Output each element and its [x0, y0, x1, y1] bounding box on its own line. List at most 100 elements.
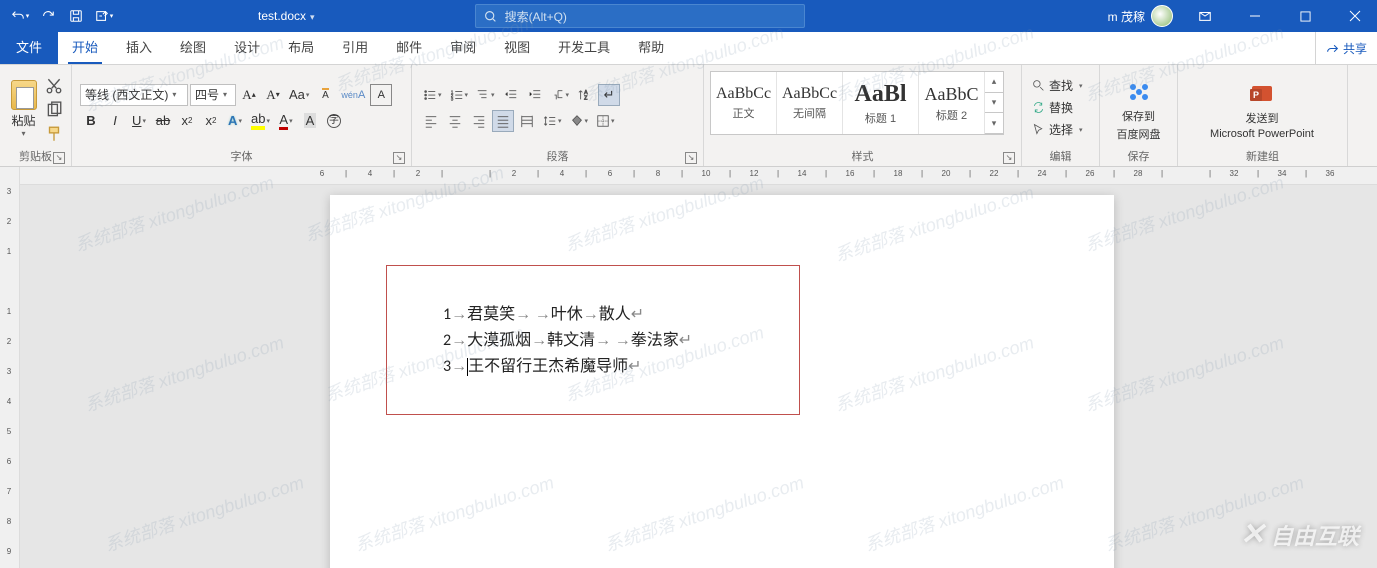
- powerpoint-icon: P: [1248, 80, 1276, 108]
- align-center-button[interactable]: [444, 110, 466, 132]
- vertical-ruler[interactable]: 321123456789: [0, 167, 20, 568]
- group-paragraph: ▾ 123▾ ▾ ▾ AZ ↵ ▾ ▾ ▾: [412, 65, 704, 166]
- tab-help[interactable]: 帮助: [624, 31, 678, 64]
- search-placeholder: 搜索(Alt+Q): [505, 8, 567, 25]
- tab-layout[interactable]: 布局: [274, 31, 328, 64]
- page[interactable]: 1→君莫笑→ →叶休→散人↵2→大漠孤烟→韩文清→ →拳法家↵3→王不留行王杰希…: [330, 195, 1114, 568]
- text-effects-button[interactable]: A▾: [224, 110, 246, 132]
- font-name-combo[interactable]: 等线 (西文正文)▾: [80, 84, 188, 106]
- strikethrough-button[interactable]: ab: [152, 110, 174, 132]
- search-box[interactable]: 搜索(Alt+Q): [475, 4, 805, 28]
- ribbon-options-button[interactable]: [1187, 0, 1223, 32]
- doc-line[interactable]: 1→君莫笑→ →叶休→散人↵: [443, 302, 789, 328]
- undo-button[interactable]: ▾: [6, 2, 34, 30]
- avatar: [1151, 5, 1173, 27]
- brand-watermark: ✕ 自由互联: [1240, 517, 1359, 552]
- document-area[interactable]: 1→君莫笑→ →叶休→散人↵2→大漠孤烟→韩文清→ →拳法家↵3→王不留行王杰希…: [20, 167, 1377, 568]
- tab-references[interactable]: 引用: [328, 31, 382, 64]
- multilevel-list-button[interactable]: ▾: [473, 84, 498, 106]
- underline-button[interactable]: U▾: [128, 110, 150, 132]
- tab-mailings[interactable]: 邮件: [382, 31, 436, 64]
- style-nospacing[interactable]: AaBbCc无间隔: [777, 72, 843, 134]
- shading-button[interactable]: ▾: [567, 110, 592, 132]
- workspace: 321123456789 1→君莫笑→ →叶休→散人↵2→大漠孤烟→韩文清→ →…: [0, 167, 1377, 568]
- clear-format-button[interactable]: wénA: [338, 84, 368, 106]
- qat-customize-icon[interactable]: ▾: [90, 2, 118, 30]
- grow-font-button[interactable]: A▴: [238, 84, 260, 106]
- clipboard-dialog-launcher[interactable]: ↘: [53, 152, 65, 164]
- maximize-button[interactable]: [1287, 0, 1323, 32]
- font-dialog-launcher[interactable]: ↘: [393, 152, 405, 164]
- show-marks-button[interactable]: ↵: [598, 84, 620, 106]
- decrease-indent-button[interactable]: [500, 84, 522, 106]
- styles-dialog-launcher[interactable]: ↘: [1003, 152, 1015, 164]
- sort-button[interactable]: AZ: [574, 84, 596, 106]
- bold-button[interactable]: B: [80, 110, 102, 132]
- title-bar: ▾ ▾ test.docx▾ 搜索(Alt+Q) m 茂稼: [0, 0, 1377, 32]
- group-label-paragraph: 段落↘: [416, 148, 699, 166]
- align-left-button[interactable]: [420, 110, 442, 132]
- replace-button[interactable]: 替换: [1032, 98, 1083, 118]
- tab-draw[interactable]: 绘图: [166, 31, 220, 64]
- tab-design[interactable]: 设计: [220, 31, 274, 64]
- styles-scroll[interactable]: ▴▾▾: [985, 72, 1003, 134]
- tab-insert[interactable]: 插入: [112, 31, 166, 64]
- search-icon: [484, 10, 497, 23]
- char-shading-button[interactable]: A: [299, 110, 321, 132]
- cut-button[interactable]: [45, 77, 63, 95]
- align-distributed-button[interactable]: [516, 110, 538, 132]
- group-editing: 查找▾ 替换 选择▾ 编辑: [1022, 65, 1100, 166]
- line-spacing-button[interactable]: ▾: [540, 110, 565, 132]
- tab-developer[interactable]: 开发工具: [544, 31, 624, 64]
- replace-icon: [1032, 101, 1045, 114]
- font-color-button[interactable]: A▾: [275, 110, 297, 132]
- align-justify-button[interactable]: [492, 110, 514, 132]
- paste-button[interactable]: 粘贴 ▾: [4, 78, 43, 138]
- bullets-button[interactable]: ▾: [420, 84, 445, 106]
- phonetic-guide-button[interactable]: A: [314, 84, 336, 106]
- user-account[interactable]: m 茂稼: [1108, 5, 1173, 27]
- style-normal[interactable]: AaBbCc正文: [711, 72, 777, 134]
- borders-button[interactable]: ▾: [593, 110, 618, 132]
- svg-text:P: P: [1253, 90, 1259, 100]
- change-case-button[interactable]: Aa▾: [286, 84, 312, 106]
- asian-layout-button[interactable]: ▾: [548, 84, 573, 106]
- superscript-button[interactable]: x2: [200, 110, 222, 132]
- align-right-button[interactable]: [468, 110, 490, 132]
- save-baidu-button[interactable]: 保存到百度网盘: [1104, 74, 1173, 142]
- enclose-char-button[interactable]: 字: [323, 110, 345, 132]
- tab-view[interactable]: 视图: [490, 31, 544, 64]
- increase-indent-button[interactable]: [524, 84, 546, 106]
- numbering-button[interactable]: 123▾: [447, 84, 472, 106]
- shrink-font-button[interactable]: A▾: [262, 84, 284, 106]
- styles-gallery[interactable]: AaBbCc正文 AaBbCc无间隔 AaBl标题 1 AaBbC标题 2 ▴▾…: [710, 71, 1004, 135]
- italic-button[interactable]: I: [104, 110, 126, 132]
- tab-file[interactable]: 文件: [0, 31, 58, 64]
- close-button[interactable]: [1337, 0, 1373, 32]
- font-size-combo[interactable]: 四号▾: [190, 84, 236, 106]
- highlight-button[interactable]: ab▾: [248, 110, 273, 132]
- find-button[interactable]: 查找▾: [1032, 76, 1083, 96]
- send-to-ppt-button[interactable]: P 发送到Microsoft PowerPoint: [1182, 76, 1342, 140]
- ribbon: 粘贴 ▾ 剪贴板↘ 等线 (西文正文)▾ 四号▾ A▴ A▾ Aa▾ A: [0, 65, 1377, 167]
- style-heading1[interactable]: AaBl标题 1: [843, 72, 919, 134]
- share-button[interactable]: 共享: [1315, 32, 1377, 65]
- style-heading2[interactable]: AaBbC标题 2: [919, 72, 985, 134]
- group-label-clipboard: 剪贴板↘: [4, 148, 67, 166]
- char-border-button[interactable]: A: [370, 84, 392, 106]
- format-painter-button[interactable]: [45, 125, 63, 143]
- subscript-button[interactable]: x2: [176, 110, 198, 132]
- save-button[interactable]: [62, 2, 90, 30]
- doc-line[interactable]: 2→大漠孤烟→韩文清→ →拳法家↵: [443, 328, 789, 354]
- paste-icon: [11, 80, 37, 110]
- tab-home[interactable]: 开始: [58, 31, 112, 64]
- paragraph-dialog-launcher[interactable]: ↘: [685, 152, 697, 164]
- select-button[interactable]: 选择▾: [1032, 120, 1083, 140]
- text-frame[interactable]: 1→君莫笑→ →叶休→散人↵2→大漠孤烟→韩文清→ →拳法家↵3→王不留行王杰希…: [386, 265, 800, 415]
- copy-button[interactable]: [45, 101, 63, 119]
- tab-review[interactable]: 审阅: [436, 31, 490, 64]
- group-clipboard: 粘贴 ▾ 剪贴板↘: [0, 65, 72, 166]
- doc-line[interactable]: 3→王不留行王杰希魔导师↵: [443, 354, 789, 380]
- minimize-button[interactable]: [1237, 0, 1273, 32]
- redo-button[interactable]: [34, 2, 62, 30]
